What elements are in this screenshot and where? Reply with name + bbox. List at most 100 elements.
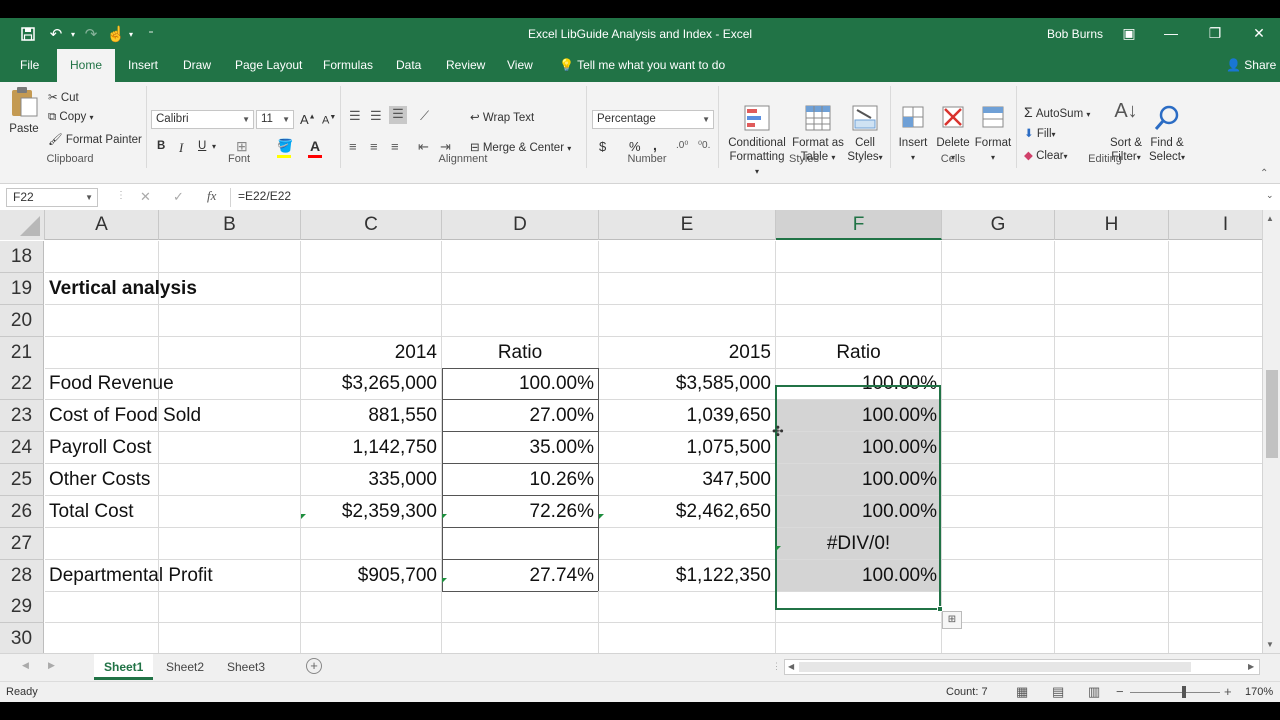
- tab-page-layout[interactable]: Page Layout: [233, 49, 304, 82]
- normal-view-icon[interactable]: ▦: [1016, 684, 1028, 700]
- minimize-icon[interactable]: —: [1160, 23, 1182, 43]
- underline-button[interactable]: U: [198, 140, 206, 152]
- cell-a-26[interactable]: Total Cost: [45, 495, 159, 528]
- cell-d-20[interactable]: [442, 304, 599, 337]
- fill-button[interactable]: ⬇ Fill▾: [1024, 126, 1056, 140]
- row-header[interactable]: 30: [0, 623, 44, 653]
- grow-font-button[interactable]: A▲: [300, 112, 316, 127]
- zoom-slider-thumb[interactable]: [1182, 686, 1186, 698]
- cell-c-18[interactable]: [301, 241, 442, 273]
- tab-formulas[interactable]: Formulas: [321, 49, 375, 82]
- error-indicator-icon[interactable]: [599, 514, 604, 519]
- page-break-view-icon[interactable]: ▥: [1088, 684, 1100, 700]
- cell-f-30[interactable]: [776, 623, 942, 653]
- cell-a-27[interactable]: [45, 527, 159, 560]
- cell-d-22[interactable]: 100.00%: [442, 368, 599, 401]
- cell-b-21[interactable]: [159, 336, 301, 369]
- cell-a-19[interactable]: Vertical analysis: [45, 272, 197, 305]
- cell-b-26[interactable]: [159, 495, 301, 528]
- cell-f-27[interactable]: #DIV/0!: [776, 527, 942, 560]
- cell-d-30[interactable]: [442, 623, 599, 653]
- shrink-font-button[interactable]: A▼: [322, 114, 336, 127]
- zoom-in-icon[interactable]: +: [1224, 684, 1232, 699]
- row-header[interactable]: 18: [0, 241, 44, 273]
- select-all-button[interactable]: [0, 210, 45, 240]
- column-header-a[interactable]: A: [45, 210, 159, 240]
- number-format-select[interactable]: Percentage ▼: [592, 110, 714, 129]
- cell-d-19[interactable]: [442, 272, 599, 305]
- ribbon-display-options-icon[interactable]: ▣: [1118, 23, 1140, 43]
- cell-h-27[interactable]: [1055, 527, 1169, 560]
- cell-a-23[interactable]: Cost of Food Sold: [45, 400, 201, 433]
- cancel-entry-icon[interactable]: ✕: [140, 189, 151, 205]
- cell-e-19[interactable]: [599, 272, 776, 305]
- cell-e-20[interactable]: [599, 304, 776, 337]
- insert-function-button[interactable]: fx: [207, 188, 216, 204]
- cell-c-23[interactable]: 881,550: [301, 400, 442, 433]
- cell-h-19[interactable]: [1055, 272, 1169, 305]
- cell-g-28[interactable]: [942, 559, 1055, 592]
- align-left-icon[interactable]: ≡: [349, 139, 357, 154]
- tab-home[interactable]: Home: [57, 49, 116, 82]
- page-layout-view-icon[interactable]: ▤: [1052, 684, 1064, 700]
- cell-d-18[interactable]: [442, 241, 599, 273]
- cell-c-20[interactable]: [301, 304, 442, 337]
- cell-e-29[interactable]: [599, 591, 776, 624]
- column-header-g[interactable]: G: [942, 210, 1055, 240]
- cell-a-29[interactable]: [45, 591, 159, 624]
- cell-d-23[interactable]: 27.00%: [442, 400, 599, 433]
- cell-h-23[interactable]: [1055, 400, 1169, 433]
- expand-formula-bar-icon[interactable]: ⌄: [1266, 190, 1274, 201]
- cell-h-26[interactable]: [1055, 495, 1169, 528]
- cell-h-29[interactable]: [1055, 591, 1169, 624]
- comma-button[interactable]: ,: [653, 137, 657, 153]
- cell-b-19[interactable]: [159, 272, 301, 305]
- copy-button[interactable]: ⧉ Copy ▾: [48, 111, 94, 124]
- column-header-i[interactable]: I: [1169, 210, 1262, 240]
- cell-g-22[interactable]: [942, 368, 1055, 401]
- row-header[interactable]: 27: [0, 527, 44, 560]
- collapse-ribbon-icon[interactable]: ⌃: [1260, 168, 1268, 179]
- cell-c-22[interactable]: $3,265,000: [301, 368, 442, 401]
- cell-h-22[interactable]: [1055, 368, 1169, 401]
- cell-f-28[interactable]: 100.00%: [776, 559, 942, 592]
- merge-center-button[interactable]: ⊟ Merge & Center ▾: [470, 140, 571, 154]
- cell-f-19[interactable]: [776, 272, 942, 305]
- column-header-e[interactable]: E: [599, 210, 776, 240]
- cell-g-21[interactable]: [942, 336, 1055, 369]
- cell-h-30[interactable]: [1055, 623, 1169, 653]
- new-sheet-icon[interactable]: +: [306, 658, 322, 674]
- cell-i-27[interactable]: [1169, 528, 1262, 560]
- cell-b-23[interactable]: [159, 400, 301, 433]
- cell-f-25[interactable]: 100.00%: [776, 463, 942, 496]
- cell-b-22[interactable]: [159, 368, 301, 401]
- cell-e-24[interactable]: 1,075,500: [599, 432, 776, 465]
- cell-a-20[interactable]: [45, 304, 159, 337]
- row-header[interactable]: 20: [0, 304, 44, 337]
- cell-b-27[interactable]: [159, 527, 301, 560]
- cell-a-25[interactable]: Other Costs: [45, 463, 159, 496]
- align-top-icon[interactable]: ☰: [349, 108, 361, 124]
- column-header-h[interactable]: H: [1055, 210, 1169, 240]
- cell-i-30[interactable]: [1169, 623, 1262, 653]
- cell-e-30[interactable]: [599, 623, 776, 653]
- scroll-down-icon[interactable]: ▼: [1266, 640, 1274, 649]
- cell-c-27[interactable]: [301, 527, 442, 560]
- cell-e-27[interactable]: [599, 527, 776, 560]
- cell-d-26[interactable]: 72.26%: [442, 495, 599, 528]
- cell-h-18[interactable]: [1055, 241, 1169, 273]
- cell-h-25[interactable]: [1055, 463, 1169, 496]
- cell-b-30[interactable]: [159, 623, 301, 653]
- cell-h-24[interactable]: [1055, 432, 1169, 465]
- row-header[interactable]: 28: [0, 559, 44, 592]
- scroll-left-icon[interactable]: ◀: [788, 662, 794, 671]
- wrap-text-button[interactable]: ↩ Wrap Text: [470, 110, 534, 124]
- cell-h-21[interactable]: [1055, 336, 1169, 369]
- cell-c-28[interactable]: $905,700: [301, 559, 442, 592]
- cell-a-24[interactable]: Payroll Cost: [45, 432, 159, 465]
- cell-e-28[interactable]: $1,122,350: [599, 559, 776, 592]
- paste-button[interactable]: Paste: [6, 86, 42, 136]
- cell-g-24[interactable]: [942, 432, 1055, 465]
- cell-e-26[interactable]: $2,462,650: [599, 495, 776, 528]
- error-indicator-icon[interactable]: [442, 578, 447, 583]
